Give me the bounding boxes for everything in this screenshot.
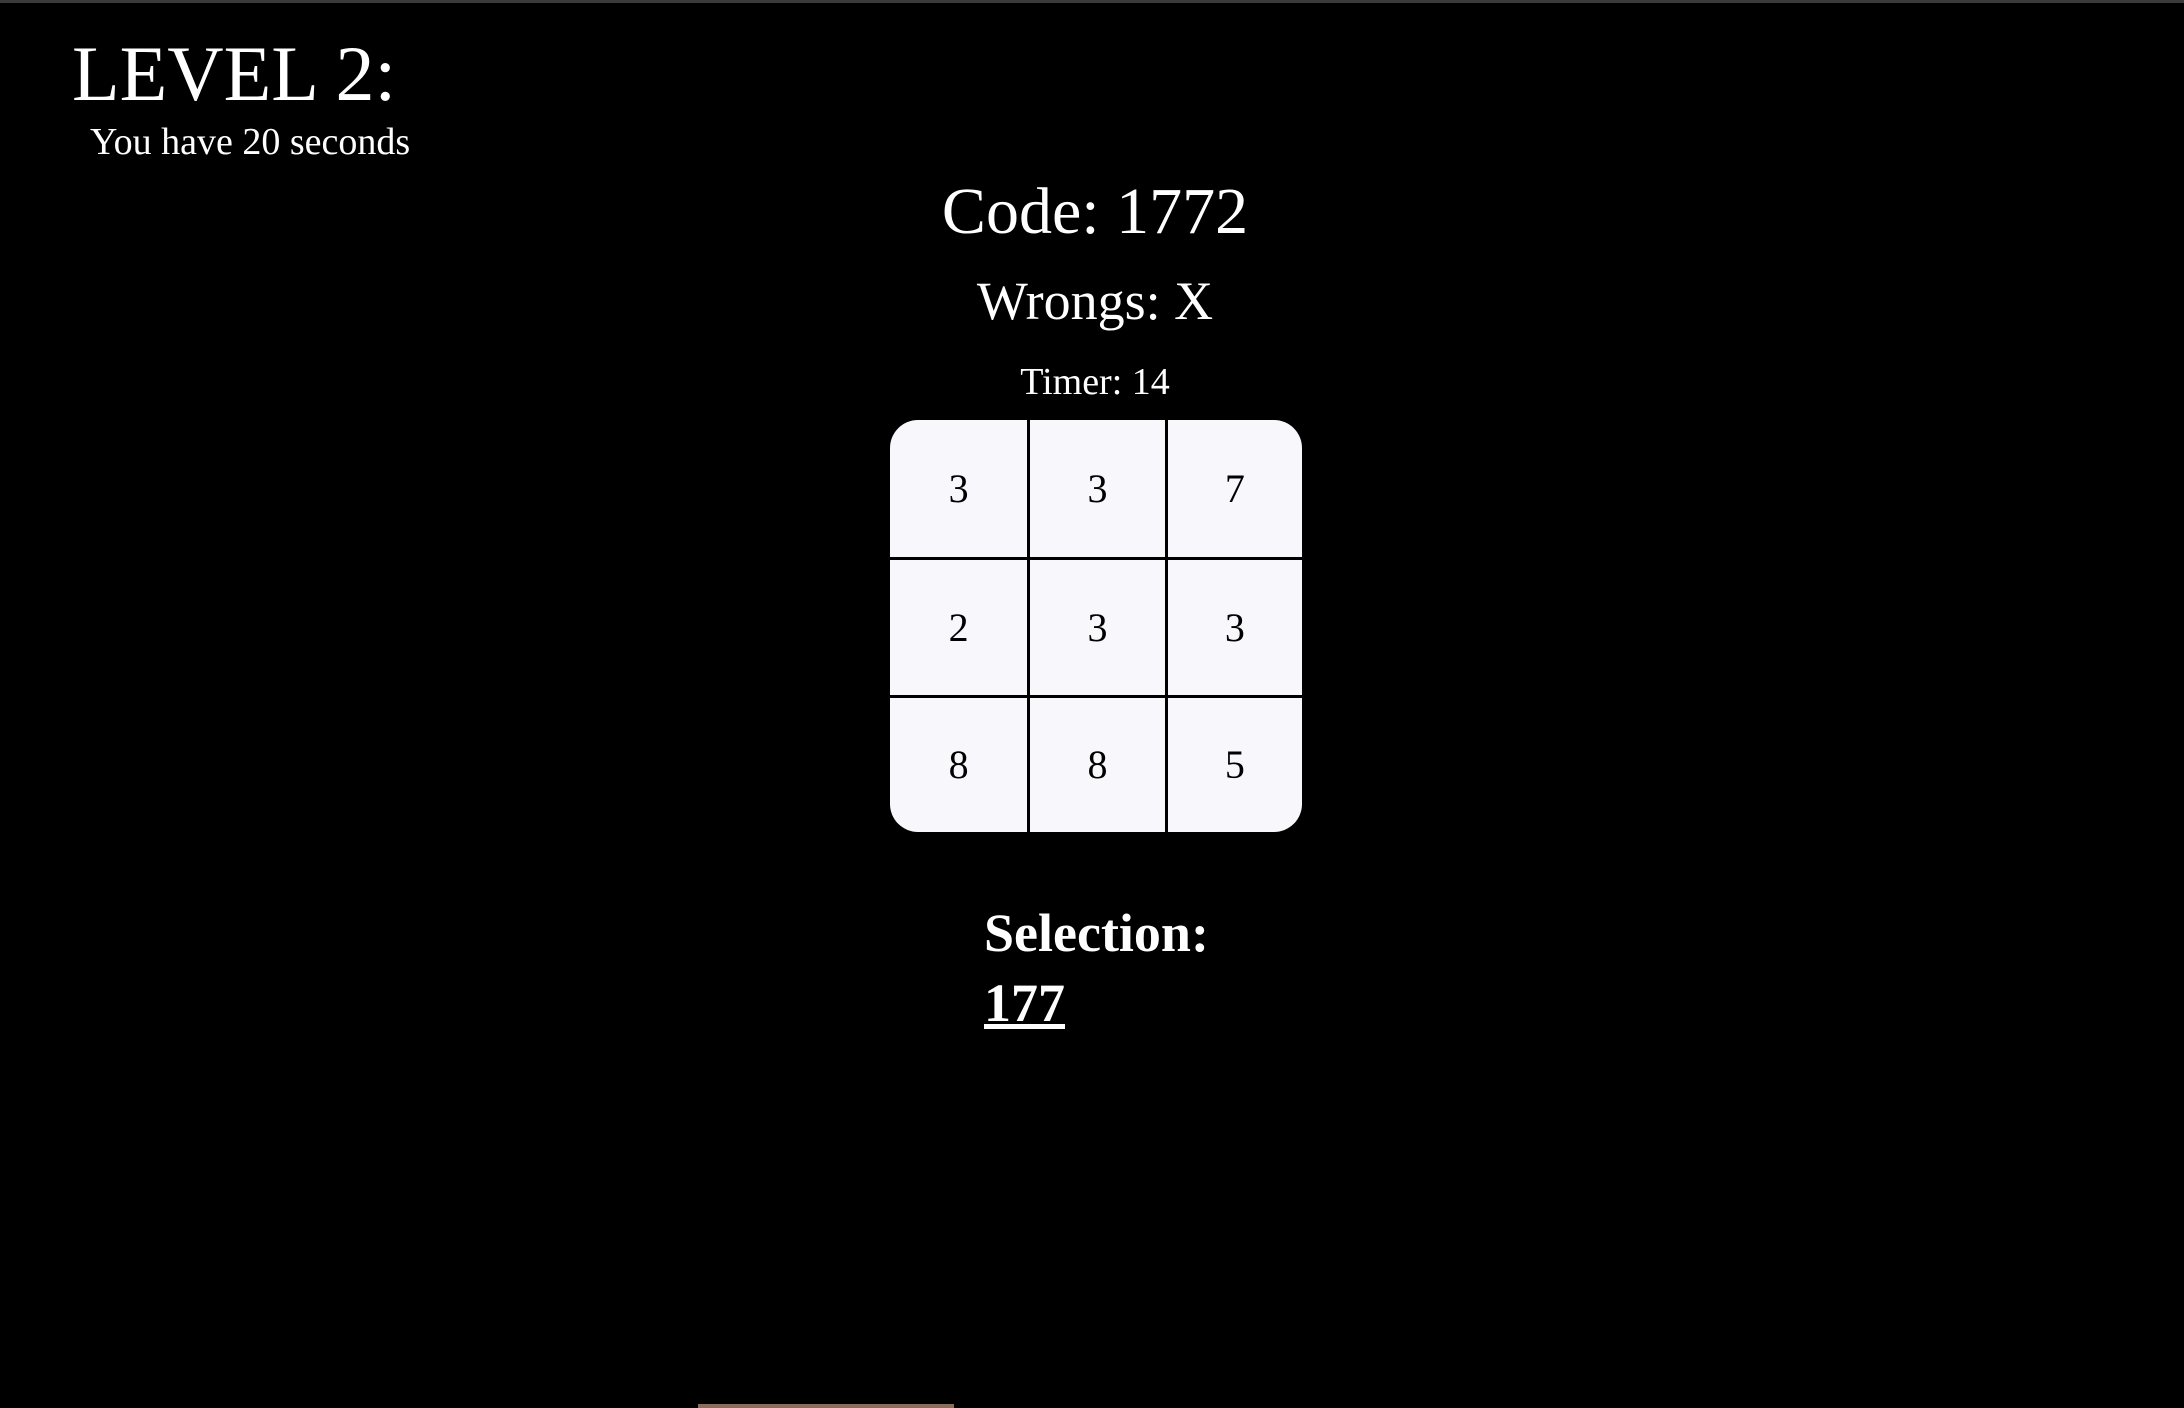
code-display: Code: 1772 — [941, 175, 1249, 248]
keypad-key[interactable]: 8 — [1027, 694, 1165, 832]
timer-display: Timer: 14 — [1020, 361, 1170, 403]
bottom-scroll-indicator — [698, 1404, 954, 1408]
level-title: LEVEL 2: — [72, 30, 397, 117]
top-border — [0, 0, 2184, 3]
wrongs-display: Wrongs: X — [976, 271, 1214, 331]
keypad: 3 3 7 2 3 3 8 8 5 — [890, 420, 1302, 832]
keypad-key[interactable]: 3 — [890, 420, 1027, 557]
keypad-key[interactable]: 5 — [1164, 694, 1302, 832]
selection-label: Selection: — [984, 903, 1209, 963]
keypad-key[interactable]: 3 — [1164, 557, 1302, 695]
keypad-key[interactable]: 3 — [1027, 557, 1165, 695]
keypad-key[interactable]: 3 — [1027, 420, 1164, 558]
keypad-key[interactable]: 8 — [890, 694, 1028, 832]
selection-value: 177 — [984, 973, 1065, 1033]
keypad-key[interactable]: 2 — [890, 557, 1028, 694]
keypad-key[interactable]: 7 — [1164, 420, 1302, 558]
level-time-limit: You have 20 seconds — [90, 121, 411, 163]
